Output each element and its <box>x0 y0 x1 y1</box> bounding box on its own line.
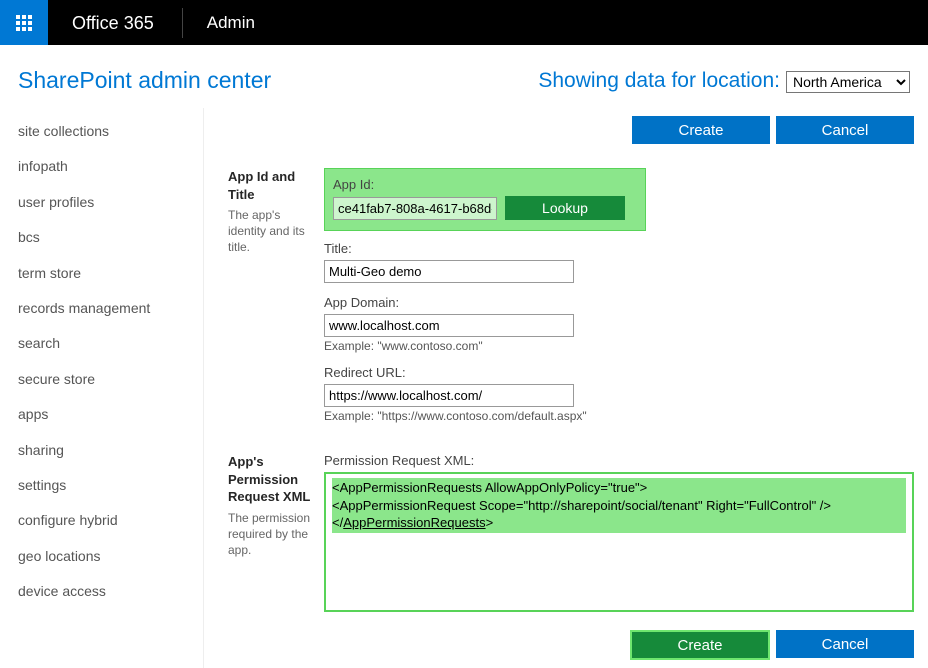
redirect-input[interactable] <box>324 384 574 407</box>
sidebar-item-geo-locations[interactable]: geo locations <box>18 539 203 574</box>
redirect-example: Example: "https://www.contoso.com/defaul… <box>324 409 914 423</box>
sidebar-item-search[interactable]: search <box>18 326 203 361</box>
main-content: Create Cancel App Id and Title The app's… <box>204 108 928 668</box>
section-permission-xml: App's Permission Request XML The permiss… <box>228 453 914 612</box>
brand-label[interactable]: Office 365 <box>48 8 183 38</box>
section-app-id-title: App Id and Title The app's identity and … <box>228 168 914 435</box>
sidebar-item-secure-store[interactable]: secure store <box>18 362 203 397</box>
cancel-button-bottom[interactable]: Cancel <box>776 630 914 658</box>
sidebar-item-infopath[interactable]: infopath <box>18 149 203 184</box>
location-select[interactable]: North America <box>786 71 910 93</box>
sidebar-item-bcs[interactable]: bcs <box>18 220 203 255</box>
create-button-top[interactable]: Create <box>632 116 770 144</box>
page-title: SharePoint admin center <box>18 67 271 94</box>
title-input[interactable] <box>324 260 574 283</box>
sidebar-item-apps[interactable]: apps <box>18 397 203 432</box>
domain-input[interactable] <box>324 314 574 337</box>
app-name-label: Admin <box>183 13 255 33</box>
lookup-button[interactable]: Lookup <box>505 196 625 220</box>
domain-example: Example: "www.contoso.com" <box>324 339 914 353</box>
section-desc-appid: The app's identity and its title. <box>228 207 314 256</box>
top-button-row: Create Cancel <box>228 116 914 144</box>
top-ribbon: Office 365 Admin <box>0 0 928 45</box>
appid-label: App Id: <box>333 177 637 192</box>
sidebar-item-device-access[interactable]: device access <box>18 574 203 609</box>
permission-xml-textarea[interactable]: <AppPermissionRequests AllowAppOnlyPolic… <box>324 472 914 612</box>
section-desc-xml: The permission required by the app. <box>228 510 314 559</box>
appid-input[interactable] <box>333 197 497 220</box>
create-button-bottom[interactable]: Create <box>630 630 770 660</box>
location-label: Showing data for location: <box>538 69 780 93</box>
bottom-button-row: Create Cancel <box>228 630 914 660</box>
domain-label: App Domain: <box>324 295 914 310</box>
appid-highlight-box: App Id: Lookup <box>324 168 646 231</box>
title-label: Title: <box>324 241 914 256</box>
waffle-icon <box>16 15 32 31</box>
sidebar-nav: site collections infopath user profiles … <box>0 108 204 668</box>
redirect-label: Redirect URL: <box>324 365 914 380</box>
app-launcher-icon[interactable] <box>0 0 48 45</box>
location-selector-wrap: Showing data for location: North America <box>538 69 910 93</box>
section-title-appid: App Id and Title <box>228 168 314 203</box>
sidebar-item-user-profiles[interactable]: user profiles <box>18 185 203 220</box>
cancel-button-top[interactable]: Cancel <box>776 116 914 144</box>
sidebar-item-sharing[interactable]: sharing <box>18 433 203 468</box>
sidebar-item-configure-hybrid[interactable]: configure hybrid <box>18 503 203 538</box>
sidebar-item-site-collections[interactable]: site collections <box>18 114 203 149</box>
sidebar-item-settings[interactable]: settings <box>18 468 203 503</box>
sidebar-item-term-store[interactable]: term store <box>18 256 203 291</box>
title-bar: SharePoint admin center Showing data for… <box>0 45 928 108</box>
xml-label: Permission Request XML: <box>324 453 914 468</box>
section-title-xml: App's Permission Request XML <box>228 453 314 506</box>
sidebar-item-records-management[interactable]: records management <box>18 291 203 326</box>
